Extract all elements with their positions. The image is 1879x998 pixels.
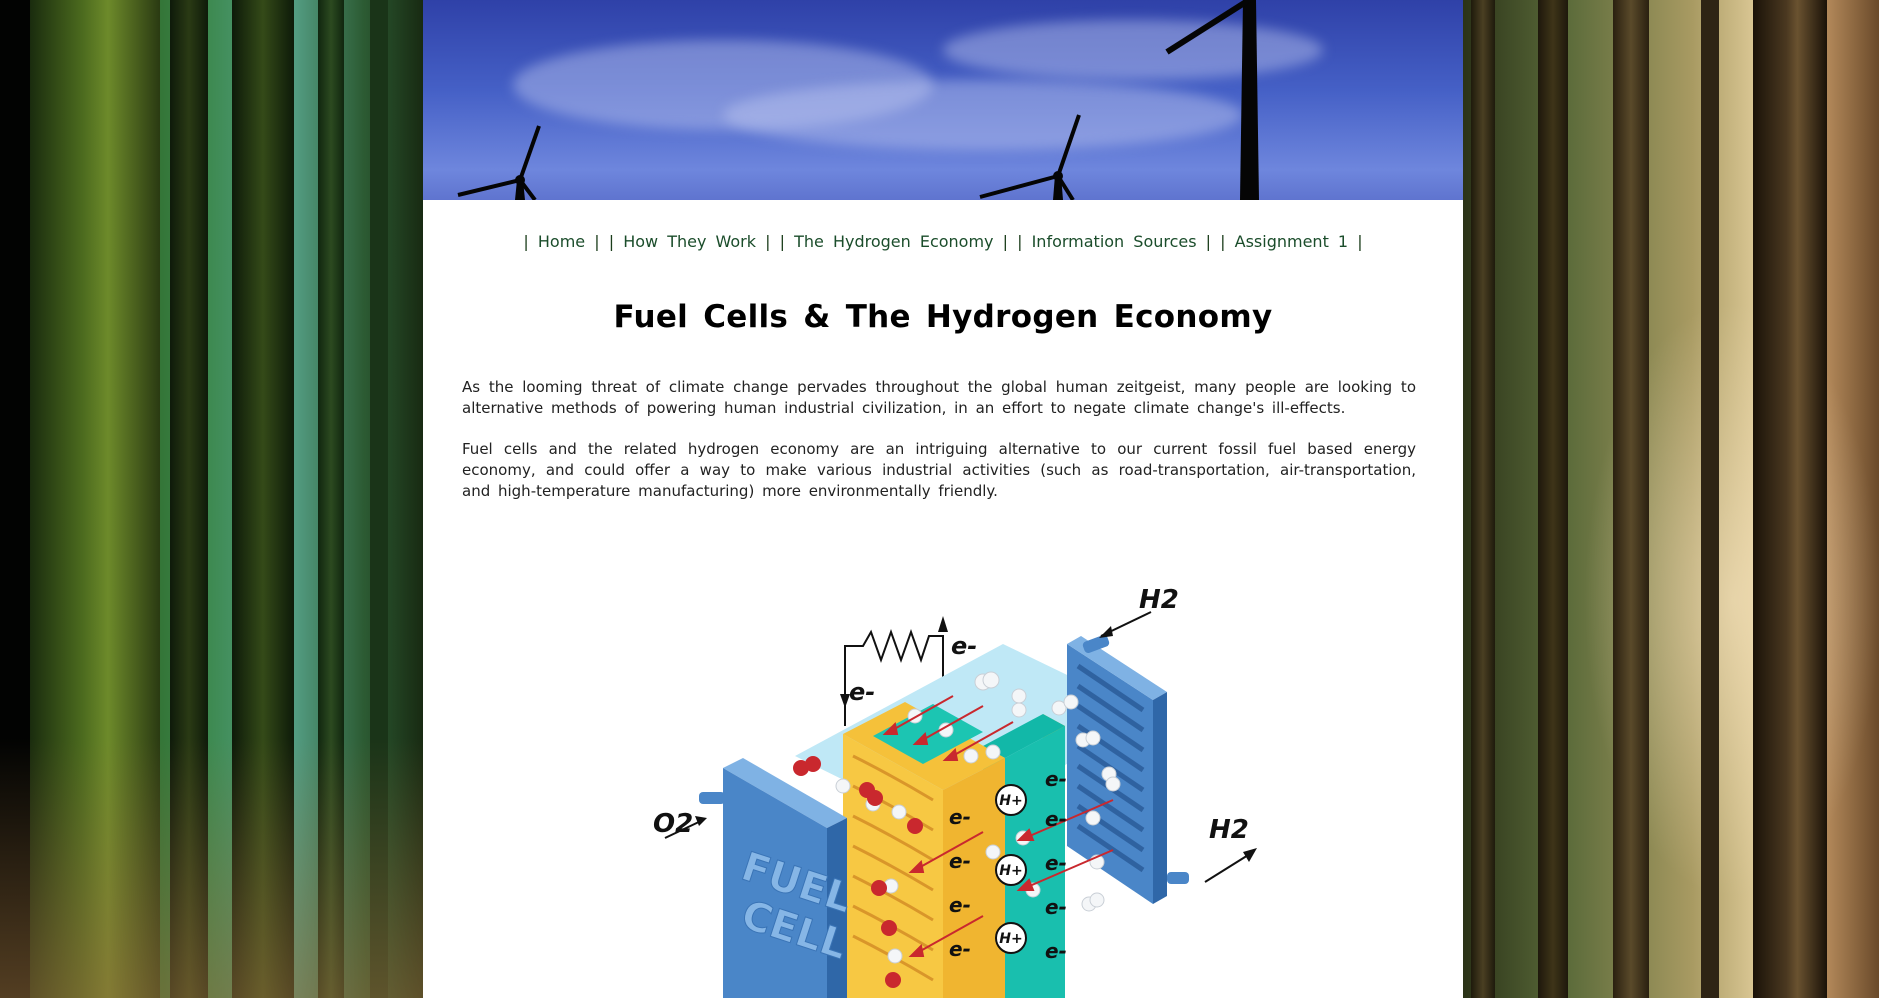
intro-paragraph-1: As the looming threat of climate change …: [462, 378, 1416, 417]
wind-turbine-banner: [423, 0, 1463, 200]
nav-link-assignment-1[interactable]: Assignment 1: [1235, 232, 1348, 251]
electron-label: e-: [1045, 851, 1067, 875]
page-title: Fuel Cells & The Hydrogen Economy: [613, 299, 1273, 335]
forest-background-right: [1463, 0, 1879, 998]
nav-link-information-sources[interactable]: Information Sources: [1032, 232, 1197, 251]
proton-label: H+: [999, 931, 1022, 947]
nav-link-hydrogen-economy[interactable]: The Hydrogen Economy: [794, 232, 993, 251]
nav-link-home[interactable]: Home: [538, 232, 585, 251]
main-navigation: | Home | | How They Work | | The Hydroge…: [423, 232, 1463, 251]
nav-separator: |: [1357, 232, 1363, 251]
nav-separator: |: [1002, 232, 1008, 251]
electron-label: e-: [1045, 939, 1067, 963]
hydrogen-inlet-label: H2: [1139, 586, 1179, 615]
content-column: | Home | | How They Work | | The Hydroge…: [423, 0, 1463, 998]
nav-separator: |: [765, 232, 771, 251]
intro-paragraph-2: Fuel cells and the related hydrogen econ…: [462, 440, 1416, 500]
nav-separator: |: [1205, 232, 1212, 251]
nav-separator: |: [608, 232, 615, 251]
electron-label: e-: [1045, 807, 1067, 831]
forest-background-left: [0, 0, 423, 998]
nav-separator: |: [1017, 232, 1023, 251]
electron-label: e-: [849, 678, 875, 706]
electron-label: e-: [1045, 895, 1067, 919]
electron-label: e-: [1045, 767, 1067, 791]
electron-label: e-: [951, 632, 977, 660]
wind-turbine-icon: [457, 0, 1259, 200]
electron-label: e-: [949, 805, 971, 829]
oxygen-inlet-label: O2: [653, 809, 693, 839]
nav-separator: |: [1220, 232, 1226, 251]
electron-label: e-: [949, 937, 971, 961]
proton-label: H+: [999, 863, 1022, 879]
nav-separator: |: [594, 232, 600, 251]
nav-separator: |: [523, 232, 529, 251]
electron-label: e-: [949, 893, 971, 917]
nav-link-how-they-work[interactable]: How They Work: [623, 232, 756, 251]
electron-label: e-: [949, 849, 971, 873]
fuel-cell-diagram: e- e- H2 H2 e- e- e- e- e- e- e- e- e- H…: [653, 586, 1257, 998]
hydrogen-outlet-label: H2: [1209, 815, 1249, 845]
proton-label: H+: [999, 793, 1022, 809]
nav-separator: |: [779, 232, 785, 251]
